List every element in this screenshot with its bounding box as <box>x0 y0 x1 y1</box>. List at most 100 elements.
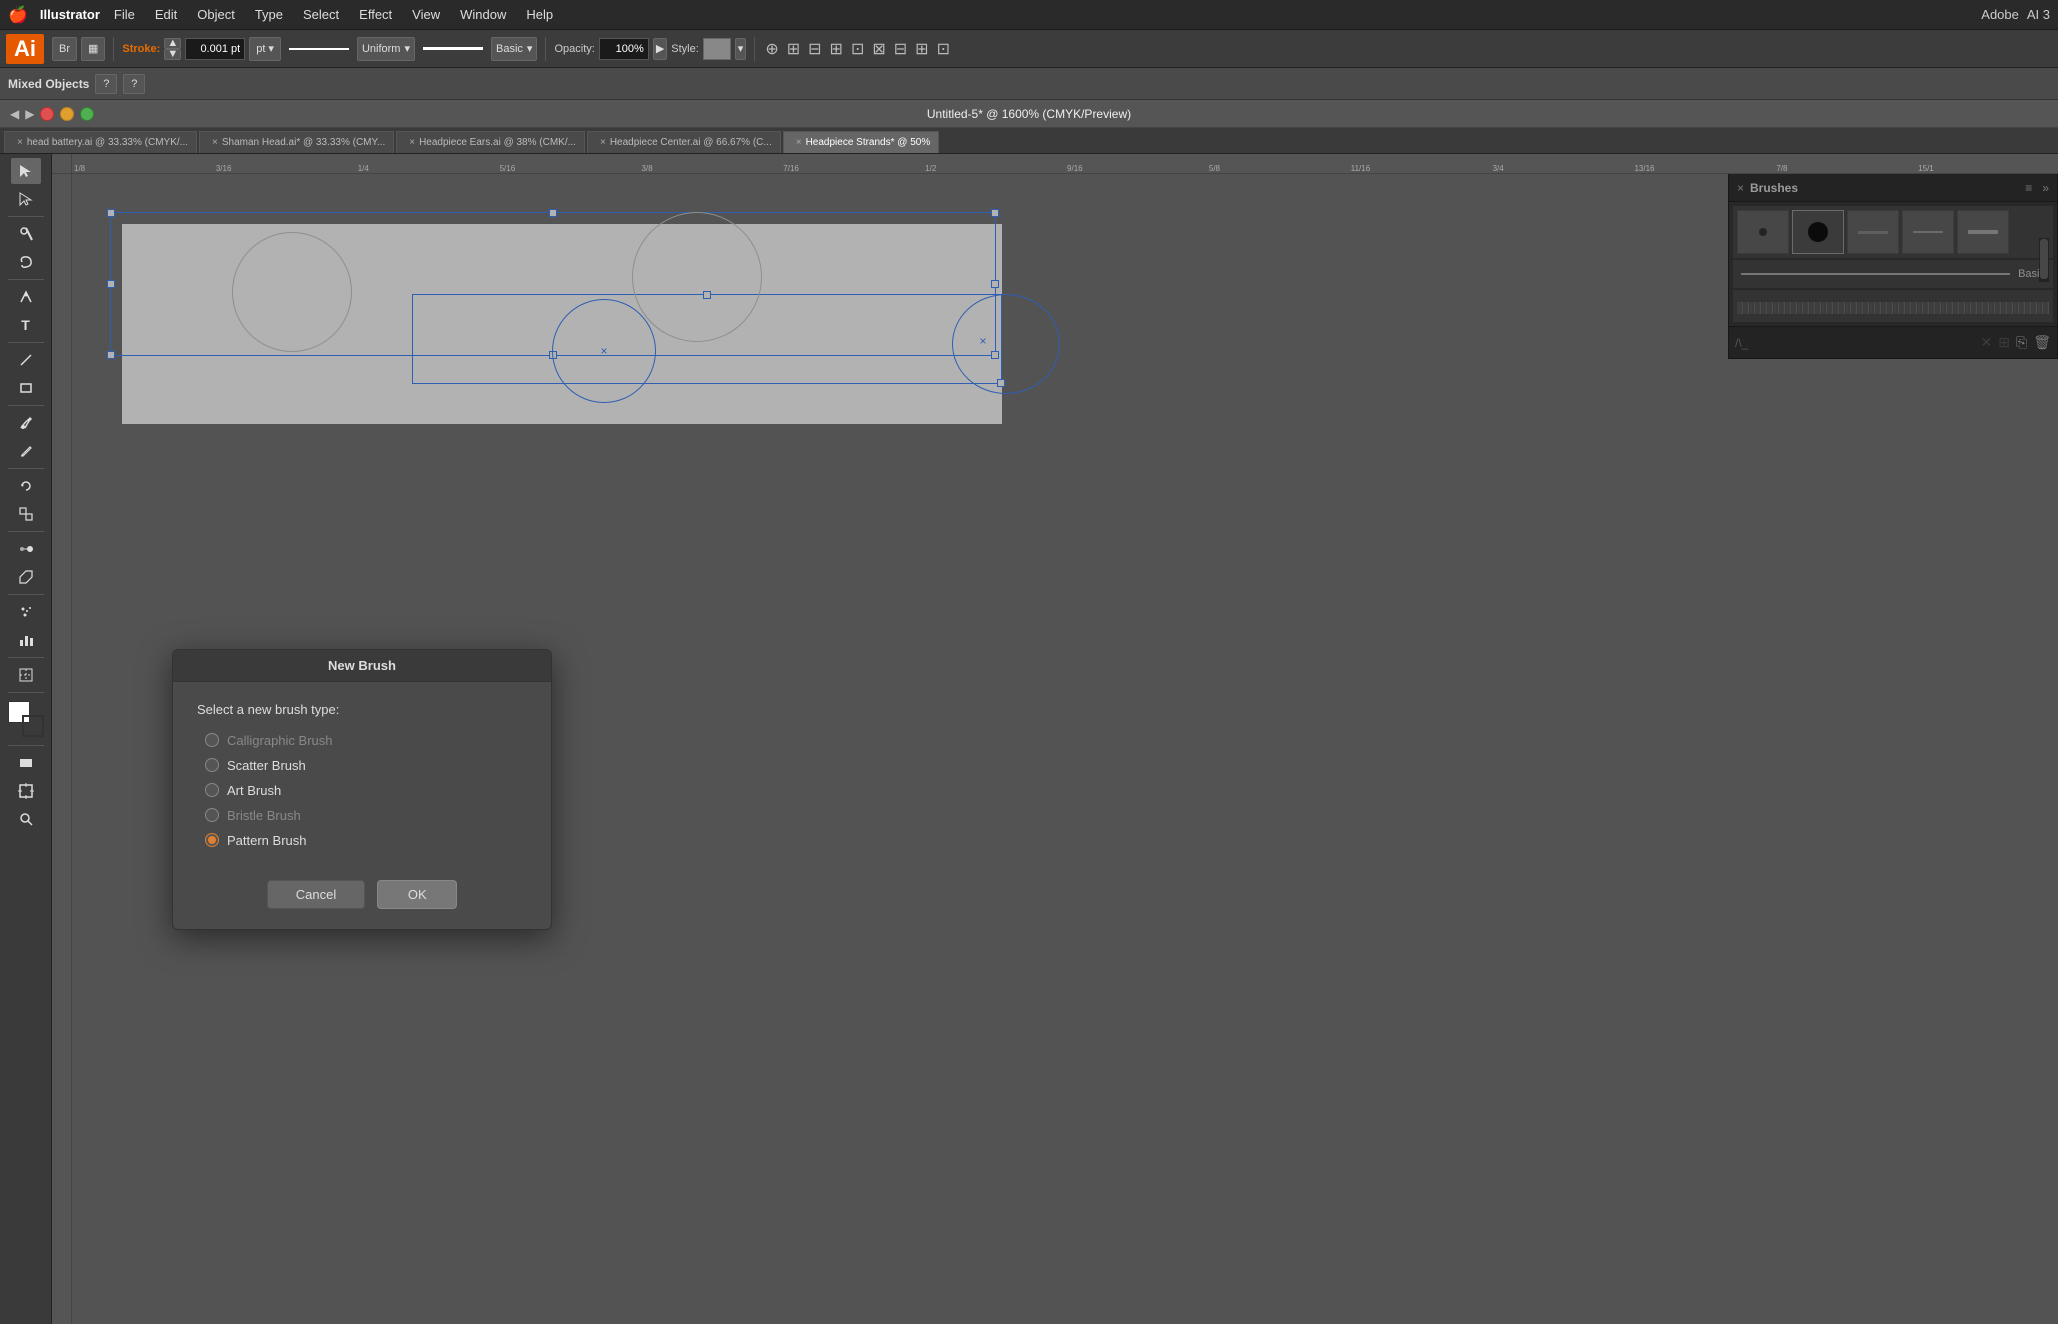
stroke-value-input[interactable] <box>185 38 245 60</box>
toolbar: Ai Br ▦ Stroke: ▲ ▼ pt ▾ Uniform ▾ Basic… <box>0 30 2058 68</box>
stroke-up-button[interactable]: ▲ <box>164 38 181 49</box>
slice-tool[interactable] <box>11 662 41 688</box>
blend-tool[interactable] <box>11 536 41 562</box>
stroke-preview <box>289 48 349 50</box>
radio-bristle[interactable]: Bristle Brush <box>205 808 527 823</box>
lasso-tool[interactable] <box>11 249 41 275</box>
menubar-right: Adobe AI 3 <box>1981 7 2050 22</box>
window-close-button[interactable] <box>40 107 54 121</box>
stroke-down-button[interactable]: ▼ <box>164 49 181 60</box>
align-icon5[interactable]: ⊠ <box>870 37 887 61</box>
type-tool[interactable]: T <box>11 312 41 338</box>
tab-1[interactable]: × Shaman Head.ai* @ 33.33% (CMY... <box>199 131 394 153</box>
ruler-tick-4: 3/8 <box>639 164 781 173</box>
style-dropdown[interactable]: ▾ <box>735 38 747 60</box>
radio-pattern[interactable]: Pattern Brush <box>205 833 527 848</box>
menu-object[interactable]: Object <box>187 0 245 30</box>
tab-close-2[interactable]: × <box>409 132 415 154</box>
question-button-2[interactable]: ? <box>123 74 145 94</box>
stroke-units-button[interactable]: pt ▾ <box>249 37 281 61</box>
symbol-spray-tool[interactable] <box>11 599 41 625</box>
menu-select[interactable]: Select <box>293 0 349 30</box>
version-number: AI 3 <box>2027 7 2050 22</box>
rectangle-frame-tool[interactable] <box>11 750 41 776</box>
uniform-dropdown[interactable]: Uniform ▾ <box>357 37 415 61</box>
apple-menu[interactable]: 🍎 <box>8 5 28 25</box>
tab-label-0: head battery.ai @ 33.33% (CMYK/... <box>27 132 188 154</box>
radio-scatter[interactable]: Scatter Brush <box>205 758 527 773</box>
dialog-body: Select a new brush type: Calligraphic Br… <box>173 682 551 868</box>
menu-edit[interactable]: Edit <box>145 0 187 30</box>
ruler-tick-1: 3/16 <box>214 164 356 173</box>
radio-calligraphic[interactable]: Calligraphic Brush <box>205 733 527 748</box>
align-icon7[interactable]: ⊞ <box>913 37 930 61</box>
tab-close-1[interactable]: × <box>212 132 218 154</box>
radio-btn-scatter[interactable] <box>205 758 219 772</box>
rect-tool[interactable] <box>11 375 41 401</box>
ok-button[interactable]: OK <box>377 880 457 909</box>
right-arrow[interactable]: ▶ <box>25 107 34 121</box>
ruler-tick-9: 11/16 <box>1349 164 1491 173</box>
stroke-color[interactable] <box>22 715 44 737</box>
left-arrow[interactable]: ◀ <box>10 107 19 121</box>
opacity-arrow-button[interactable]: ▶ <box>653 38 667 60</box>
menu-view[interactable]: View <box>402 0 450 30</box>
question-button-1[interactable]: ? <box>95 74 117 94</box>
radio-btn-calligraphic[interactable] <box>205 733 219 747</box>
workspace-button[interactable]: ▦ <box>81 37 105 61</box>
selection-tool[interactable] <box>11 158 41 184</box>
align-icon6[interactable]: ⊟ <box>892 37 909 61</box>
menu-help[interactable]: Help <box>516 0 563 30</box>
globe-icon[interactable]: ⊕ <box>763 37 780 61</box>
tool-sep-5 <box>8 468 44 469</box>
opacity-input[interactable] <box>599 38 649 60</box>
canvas-area[interactable]: 1/8 3/16 1/4 5/16 3/8 7/16 1/2 9/16 5/8 … <box>52 154 2058 1324</box>
rotate-tool[interactable] <box>11 473 41 499</box>
cancel-button[interactable]: Cancel <box>267 880 365 909</box>
radio-btn-bristle[interactable] <box>205 808 219 822</box>
column-graph-tool[interactable] <box>11 627 41 653</box>
paintbrush-tool[interactable] <box>11 410 41 436</box>
menu-effect[interactable]: Effect <box>349 0 402 30</box>
zoom-tool[interactable] <box>11 806 41 832</box>
tab-0[interactable]: × head battery.ai @ 33.33% (CMYK/... <box>4 131 197 153</box>
toolbar-sep3 <box>754 37 755 61</box>
align-icon3[interactable]: ⊞ <box>828 37 845 61</box>
bridge-button[interactable]: Br <box>52 37 77 61</box>
tab-3[interactable]: × Headpiece Center.ai @ 66.67% (C... <box>587 131 781 153</box>
tab-close-4[interactable]: × <box>796 132 802 154</box>
left-toolbar: T <box>0 154 52 1324</box>
scale-tool[interactable] <box>11 501 41 527</box>
tab-4[interactable]: × Headpiece Strands* @ 50% <box>783 131 940 153</box>
align-icon1[interactable]: ⊞ <box>785 37 802 61</box>
basic-dropdown[interactable]: Basic ▾ <box>491 37 537 61</box>
align-icon4[interactable]: ⊡ <box>849 37 866 61</box>
ruler-tick-7: 9/16 <box>1065 164 1207 173</box>
uniform-label: Uniform <box>362 43 401 55</box>
tab-close-0[interactable]: × <box>17 132 23 154</box>
line-tool[interactable] <box>11 347 41 373</box>
tab-close-3[interactable]: × <box>600 132 606 154</box>
direct-selection-tool[interactable] <box>11 186 41 212</box>
radio-btn-pattern[interactable] <box>205 833 219 847</box>
color-boxes[interactable] <box>8 701 44 737</box>
radio-art[interactable]: Art Brush <box>205 783 527 798</box>
canvas-content[interactable]: × × × Brushes ≡ » <box>72 174 2058 1324</box>
align-icon2[interactable]: ⊟ <box>806 37 823 61</box>
window-minimize-button[interactable] <box>60 107 74 121</box>
tab-2[interactable]: × Headpiece Ears.ai @ 38% (CMK/... <box>396 131 585 153</box>
menu-window[interactable]: Window <box>450 0 516 30</box>
style-preview[interactable] <box>703 38 731 60</box>
align-icon8[interactable]: ⊡ <box>935 37 952 61</box>
window-maximize-button[interactable] <box>80 107 94 121</box>
app-name[interactable]: Illustrator <box>40 7 100 22</box>
pencil-tool[interactable] <box>11 438 41 464</box>
magic-wand-tool[interactable] <box>11 221 41 247</box>
ruler-tick-5: 7/16 <box>781 164 923 173</box>
radio-btn-art[interactable] <box>205 783 219 797</box>
pen-tool[interactable] <box>11 284 41 310</box>
menu-file[interactable]: File <box>104 0 145 30</box>
artboard-tool[interactable] <box>11 778 41 804</box>
menu-type[interactable]: Type <box>245 0 293 30</box>
free-transform-tool[interactable] <box>11 564 41 590</box>
